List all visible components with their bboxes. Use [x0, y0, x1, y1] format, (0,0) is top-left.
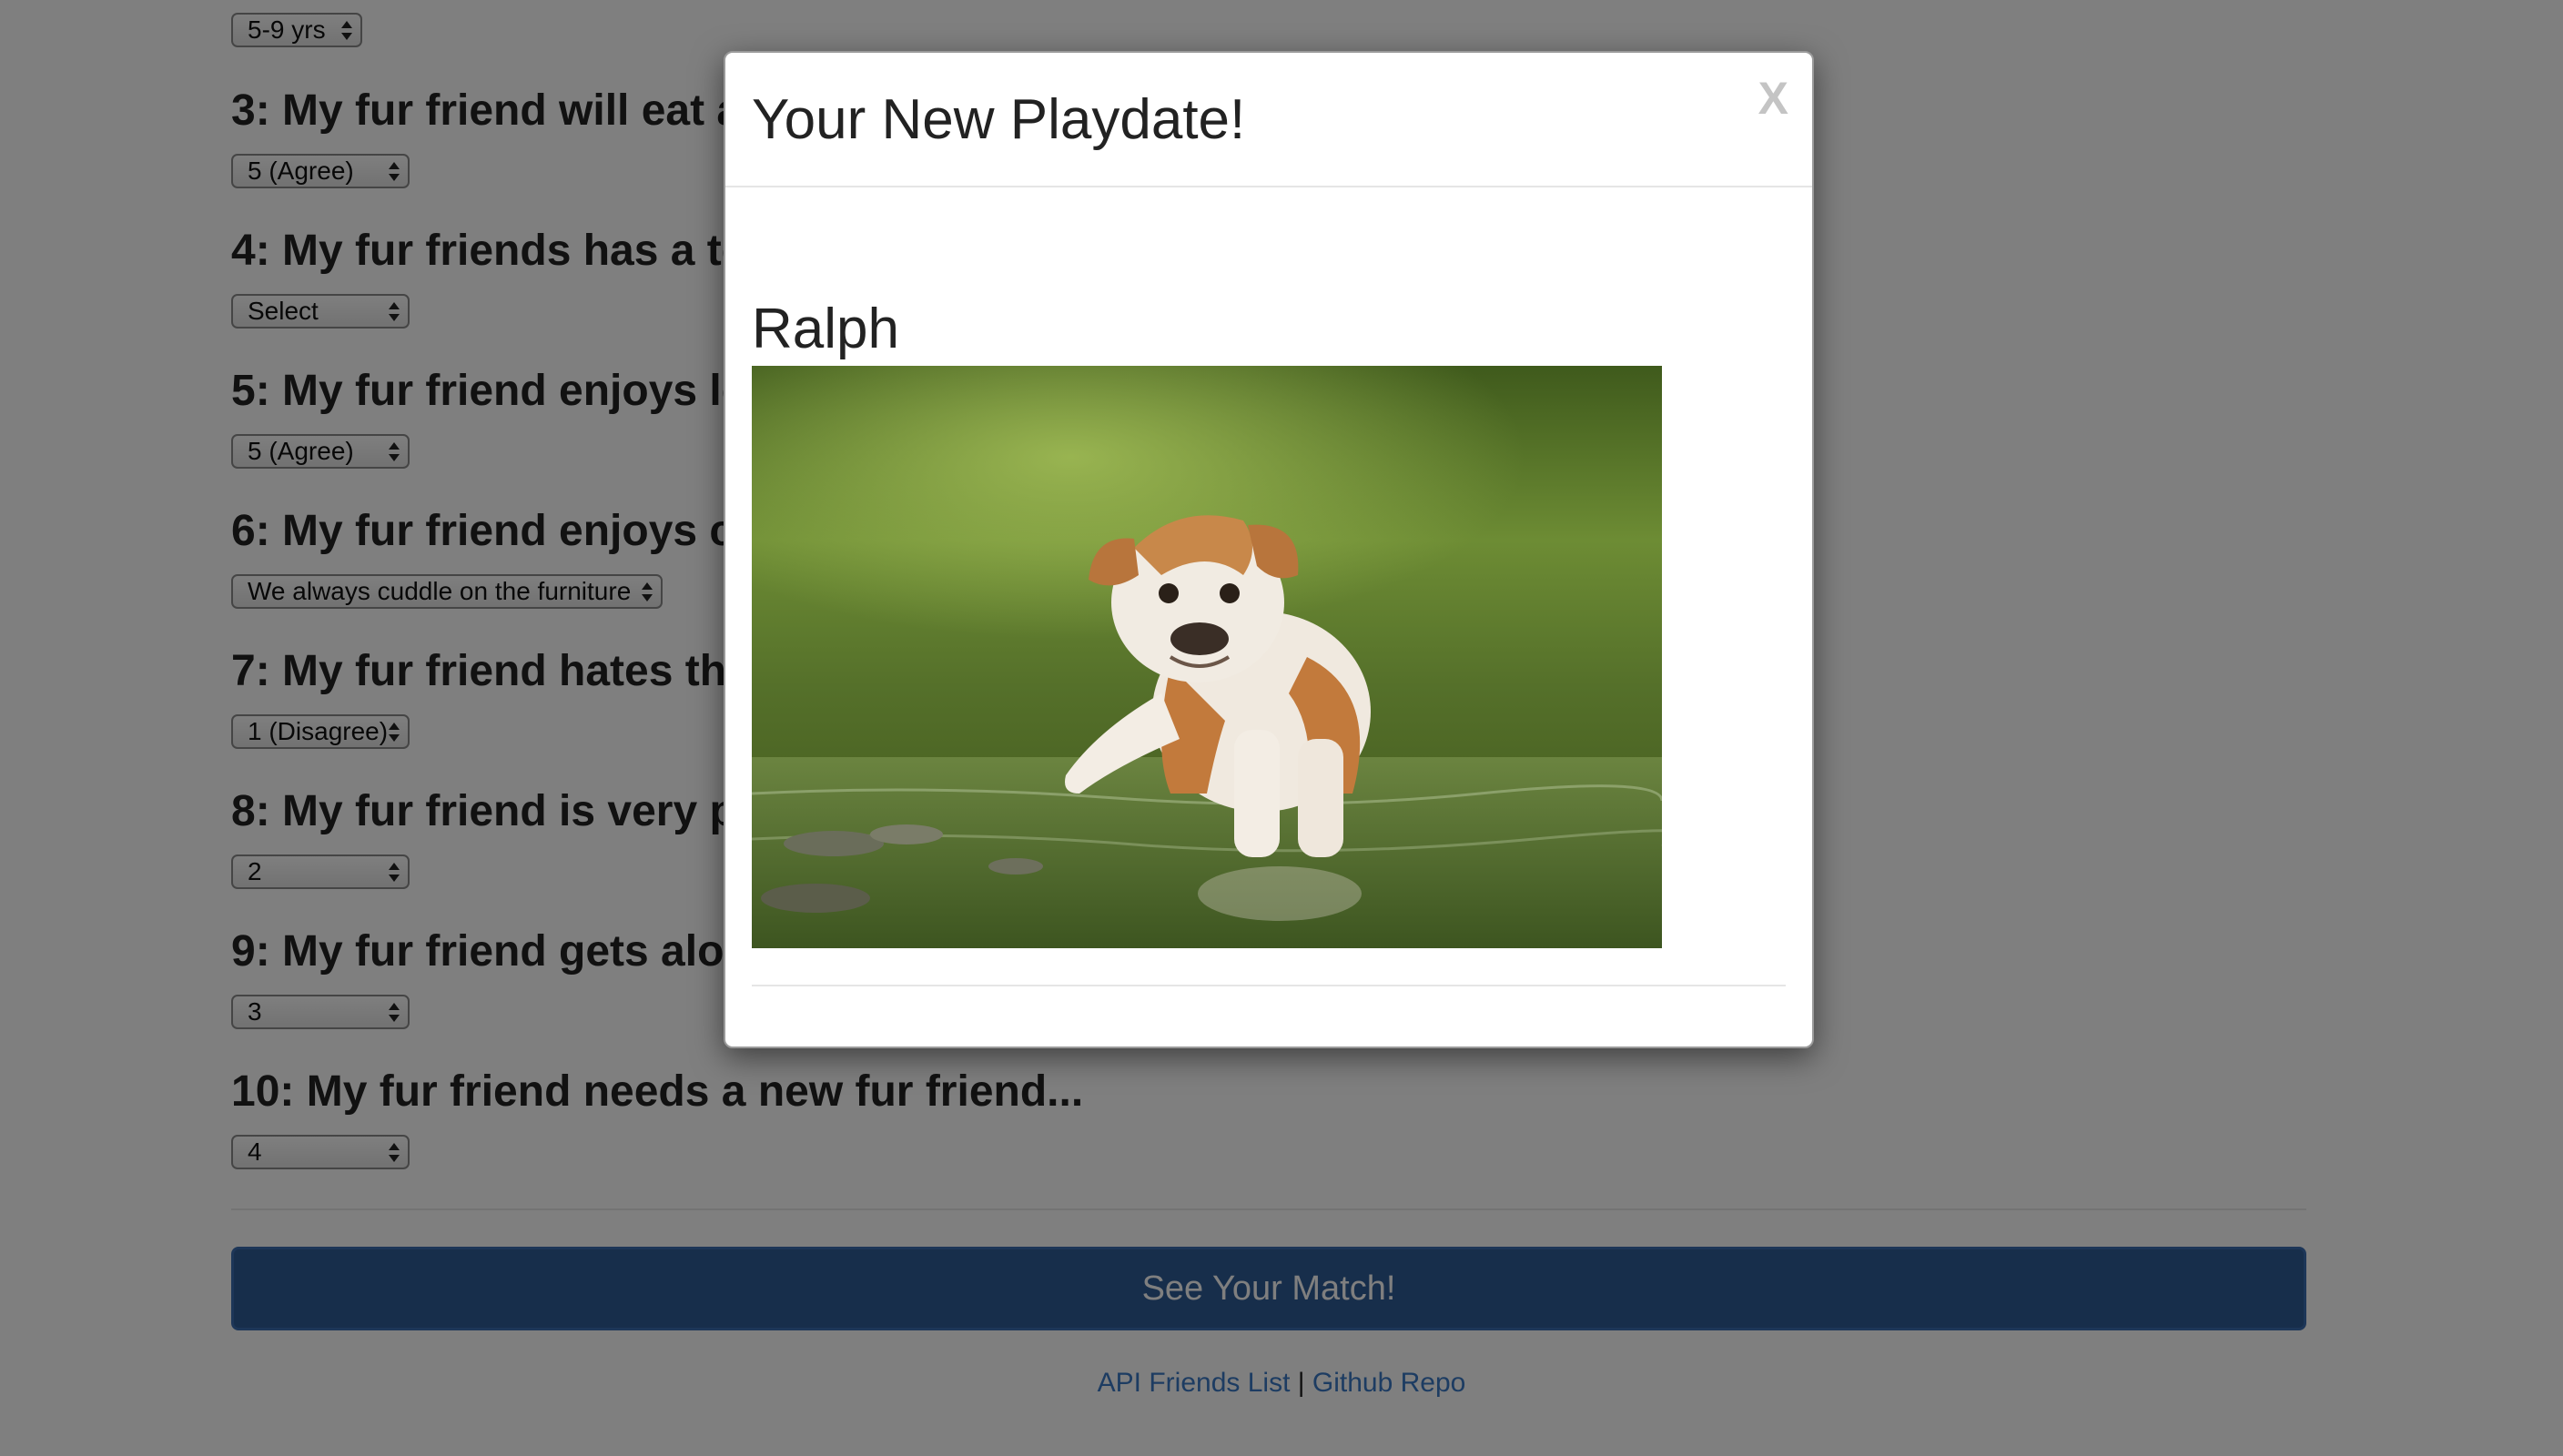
- match-modal: Your New Playdate! X Ralph: [724, 51, 1814, 1048]
- modal-header: Your New Playdate! X: [725, 53, 1812, 187]
- modal-title: Your New Playdate!: [752, 88, 1246, 151]
- modal-footer-divider: [752, 985, 1786, 986]
- close-icon[interactable]: X: [1758, 71, 1788, 126]
- match-photo: [752, 366, 1662, 948]
- match-name: Ralph: [752, 298, 899, 360]
